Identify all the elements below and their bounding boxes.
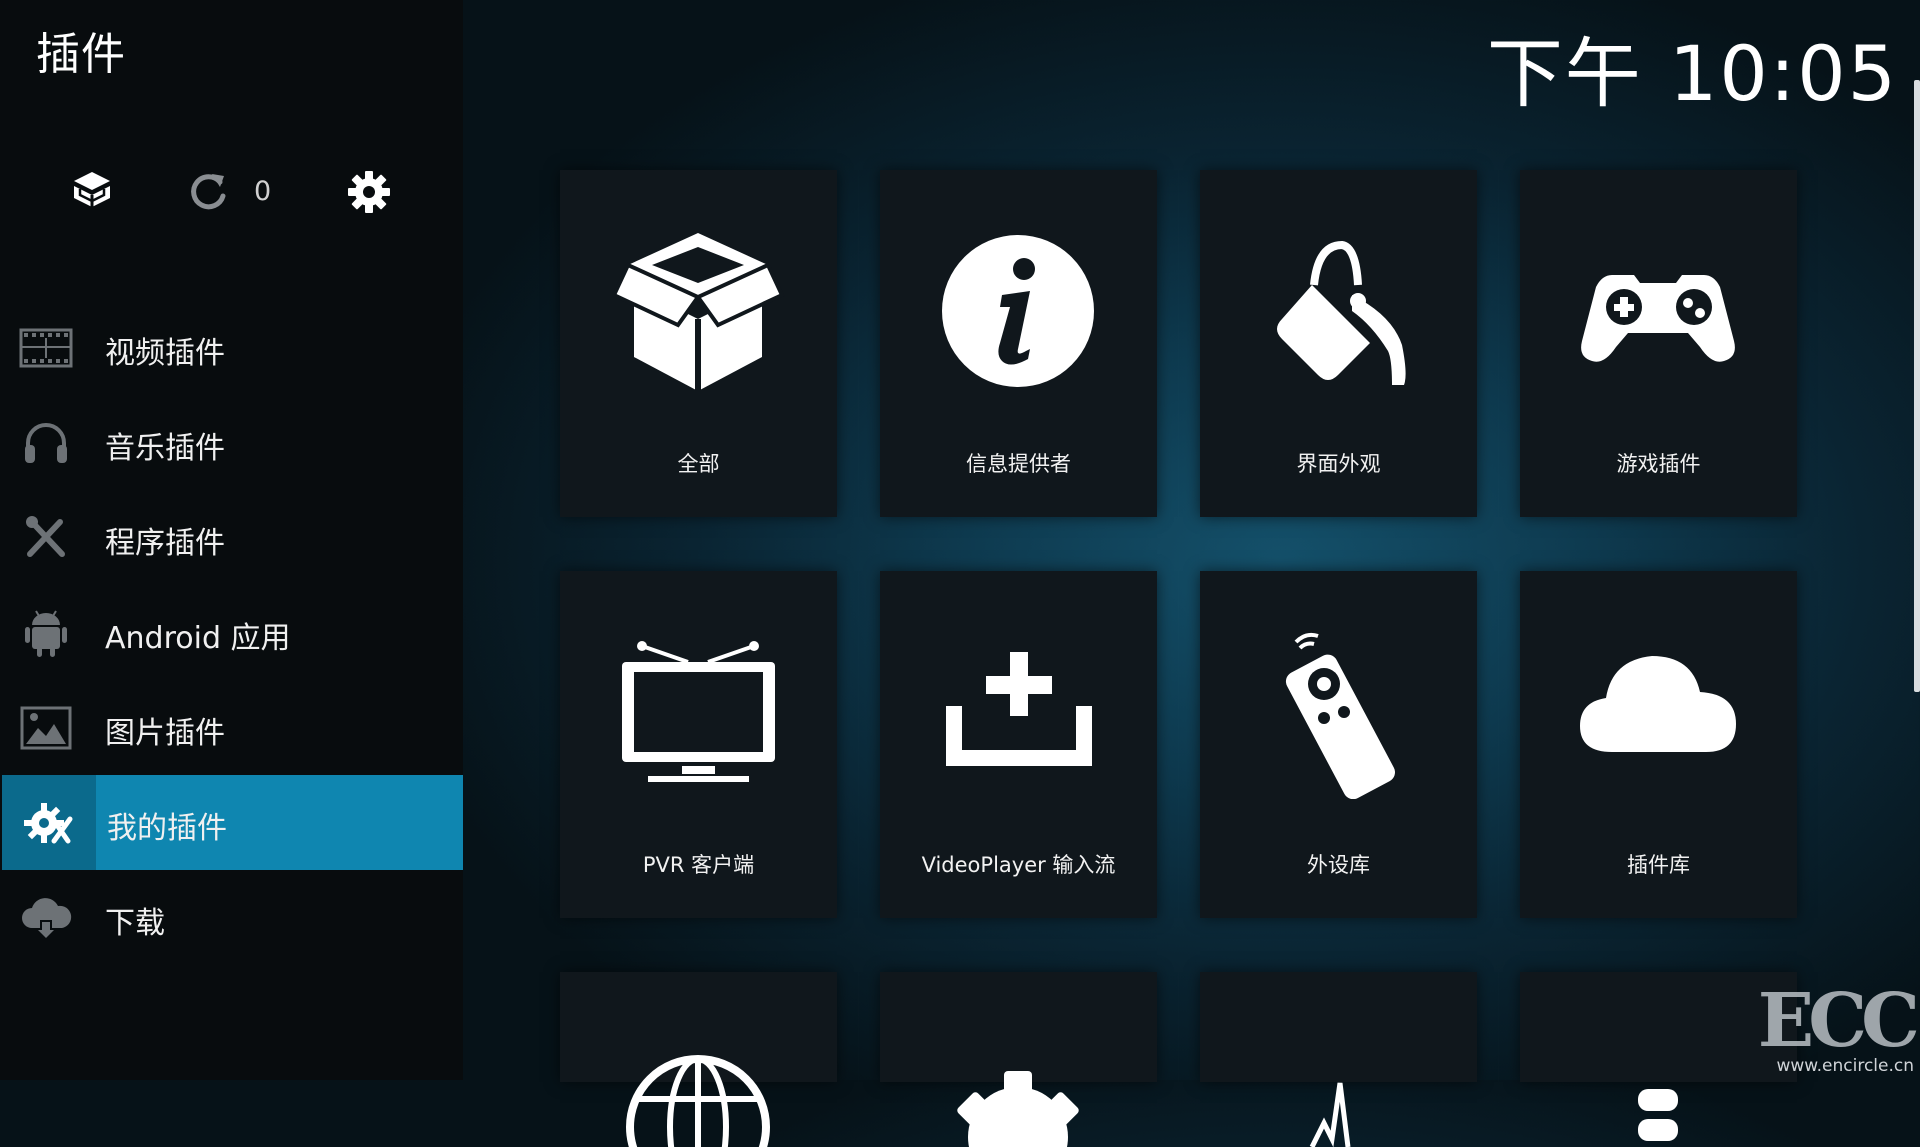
tile-label: 外设库 (1307, 853, 1370, 877)
gear-icon (957, 1071, 1079, 1147)
android-icon (25, 610, 67, 657)
menu-item-program[interactable]: 程序插件 (0, 490, 463, 585)
addon-gears-icon (24, 803, 73, 844)
stack-icon (1638, 1089, 1678, 1141)
settings-gear-icon[interactable] (345, 168, 393, 216)
tile-addon-repository[interactable]: 插件库 (1520, 571, 1797, 918)
menu-item-my-addons[interactable]: 我的插件 (2, 775, 463, 870)
tile-label: 界面外观 (1296, 452, 1381, 476)
tile-game-addons[interactable]: 游戏插件 (1520, 170, 1797, 517)
tile-info-providers[interactable]: 信息提供者 (880, 170, 1157, 517)
scrollbar[interactable] (1914, 80, 1920, 692)
tile-label: 游戏插件 (1616, 452, 1701, 476)
waveform-icon (1309, 1082, 1351, 1147)
addon-box-icon[interactable] (68, 168, 116, 216)
menu-item-label: 图片插件 (105, 716, 225, 751)
tile-videoplayer-inputstream[interactable]: VideoPlayer 输入流 (880, 571, 1157, 918)
tile-label: 全部 (677, 452, 720, 476)
menu-item-label: 视频插件 (105, 336, 225, 371)
menu-item-label: 音乐插件 (105, 431, 225, 466)
headphones-icon (25, 423, 67, 463)
open-box-icon (612, 233, 785, 391)
watermark-logo: ECC (1757, 978, 1920, 1064)
tv-icon (622, 641, 775, 782)
menu-item-label: Android 应用 (105, 621, 291, 656)
tile-label: VideoPlayer 输入流 (921, 853, 1116, 877)
sidebar: 插件 0 视频插件 音乐插件 程序插件 Android 应用 图片插件 我的插件… (0, 0, 463, 1080)
menu-item-android[interactable]: Android 应用 (0, 585, 463, 680)
refresh-icon[interactable] (184, 168, 232, 216)
info-icon (942, 235, 1094, 387)
tile-all[interactable]: 全部 (560, 170, 837, 517)
picture-icon (20, 706, 72, 750)
update-count: 0 (254, 176, 272, 207)
watermark: ECC www.encircle.cn (1757, 978, 1920, 1076)
gamepad-icon (1581, 275, 1735, 362)
page-title: 插件 (36, 29, 126, 80)
tile-look-and-feel[interactable]: 界面外观 (1200, 170, 1477, 517)
tile-services[interactable] (880, 972, 1157, 1147)
menu-item-music[interactable]: 音乐插件 (0, 395, 463, 490)
tile-audio[interactable] (1200, 972, 1477, 1147)
menu-item-downloads[interactable]: 下载 (0, 870, 463, 965)
tile-more[interactable] (1520, 972, 1797, 1141)
tile-label: 插件库 (1627, 853, 1690, 877)
category-menu: 视频插件 音乐插件 程序插件 Android 应用 图片插件 我的插件 下载 (0, 300, 463, 965)
film-icon (19, 328, 73, 368)
remote-icon (1285, 632, 1396, 799)
tile-peripheral-libraries[interactable]: 外设库 (1200, 571, 1477, 918)
globe-icon (626, 1055, 770, 1147)
cloud-download-icon (22, 898, 72, 940)
menu-item-label: 我的插件 (107, 811, 227, 846)
tile-label: 信息提供者 (966, 452, 1071, 476)
menu-item-label: 下载 (105, 906, 165, 941)
input-stream-icon (946, 652, 1092, 766)
menu-item-pictures[interactable]: 图片插件 (0, 680, 463, 775)
menu-item-label: 程序插件 (105, 526, 225, 561)
tile-label: PVR 客户端 (642, 853, 755, 877)
tools-icon (26, 516, 65, 557)
tile-pvr-clients[interactable]: PVR 客户端 (560, 571, 837, 918)
clock: 下午 10:05 (1486, 29, 1898, 118)
menu-item-video[interactable]: 视频插件 (0, 300, 463, 395)
tile-web-interface[interactable] (560, 972, 837, 1147)
paint-bucket-icon (1277, 240, 1406, 385)
cloud-icon (1580, 656, 1736, 752)
